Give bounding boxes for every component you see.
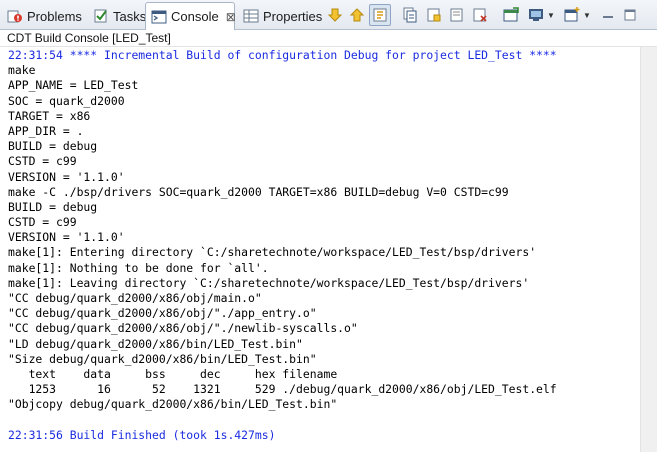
minimize-icon[interactable]	[597, 4, 619, 26]
console-line: "CC debug/quark_d2000/x86/obj/main.o"	[8, 291, 262, 305]
lock-console-icon[interactable]	[469, 4, 491, 26]
problems-icon	[7, 8, 23, 24]
scroll-lock-icon[interactable]	[369, 4, 391, 26]
console-line: make[1]: Leaving directory `C:/sharetech…	[8, 275, 530, 290]
console-line: CSTD = c99	[8, 154, 77, 169]
tasks-icon	[93, 8, 109, 24]
console-line: APP_NAME = LED_Test	[8, 78, 139, 93]
pin-console-icon[interactable]	[446, 4, 468, 26]
console-line: VERSION = '1.1.0'	[8, 169, 125, 184]
clear-console-icon[interactable]	[423, 4, 445, 26]
console-line: "Size debug/quark_d2000/x86/bin/LED_Test…	[8, 351, 317, 366]
tab-tasks[interactable]: Tasks	[88, 3, 146, 29]
console-line: 1253 16 52 1321 529 ./debug/quark_d2000/…	[8, 382, 557, 397]
new-console-icon[interactable]	[561, 4, 583, 26]
open-console-icon[interactable]	[500, 4, 522, 26]
console-line: CSTD = c99	[8, 215, 77, 230]
copy-build-log-icon[interactable]	[399, 4, 421, 26]
console-line: "CC debug/quark_d2000/x86/obj/"./app_ent…	[8, 306, 317, 321]
console-line: "LD debug/quark_d2000/x86/bin/LED_Test.b…	[8, 336, 303, 351]
console-line: make[1]: Entering directory `C:/sharetec…	[8, 245, 537, 260]
close-icon[interactable]: ⊠	[226, 10, 236, 24]
console-line: APP_DIR = .	[8, 123, 84, 138]
console-title: CDT Build Console [LED_Test]	[0, 30, 657, 47]
display-console-icon[interactable]	[525, 4, 547, 26]
tab-console[interactable]: Console ⊠	[145, 2, 236, 30]
display-console-dropdown-icon[interactable]: ▼	[547, 11, 555, 20]
console-line: "Objcopy debug/quark_d2000/x86/bin/LED_T…	[8, 397, 338, 412]
build-start-line: 22:31:54 **** Incremental Build of confi…	[8, 48, 557, 62]
console-icon	[151, 9, 167, 25]
scroll-down-icon[interactable]	[324, 4, 346, 26]
tab-problems[interactable]: Problems	[2, 3, 86, 29]
console-line: BUILD = debug	[8, 199, 98, 214]
console-line: make -C ./bsp/drivers SOC=quark_d2000 TA…	[8, 184, 509, 199]
console-line: TARGET = x86	[8, 108, 91, 123]
vertical-scrollbar[interactable]	[640, 47, 657, 452]
view-tab-bar: Problems Tasks Console ⊠ Properties ▼ ▼	[0, 0, 657, 30]
console-output[interactable]: 22:31:54 **** Incremental Build of confi…	[0, 47, 640, 452]
console-line: make[1]: Nothing to be done for `all'.	[8, 260, 269, 275]
console-line: text data bss dec hex filename	[8, 366, 338, 381]
properties-icon	[243, 8, 259, 24]
tab-properties[interactable]: Properties	[238, 3, 324, 29]
maximize-icon[interactable]	[619, 4, 641, 26]
console-line: BUILD = debug	[8, 139, 98, 154]
scroll-up-icon[interactable]	[346, 4, 368, 26]
console-line: SOC = quark_d2000	[8, 93, 125, 108]
console-line: VERSION = '1.1.0'	[8, 230, 125, 245]
build-finished-line: 22:31:56 Build Finished (took 1s.427ms)	[8, 427, 276, 442]
console-line: "CC debug/quark_d2000/x86/obj/"./newlib-…	[8, 321, 358, 336]
new-console-dropdown-icon[interactable]: ▼	[583, 11, 591, 20]
console-line: make	[8, 63, 36, 78]
